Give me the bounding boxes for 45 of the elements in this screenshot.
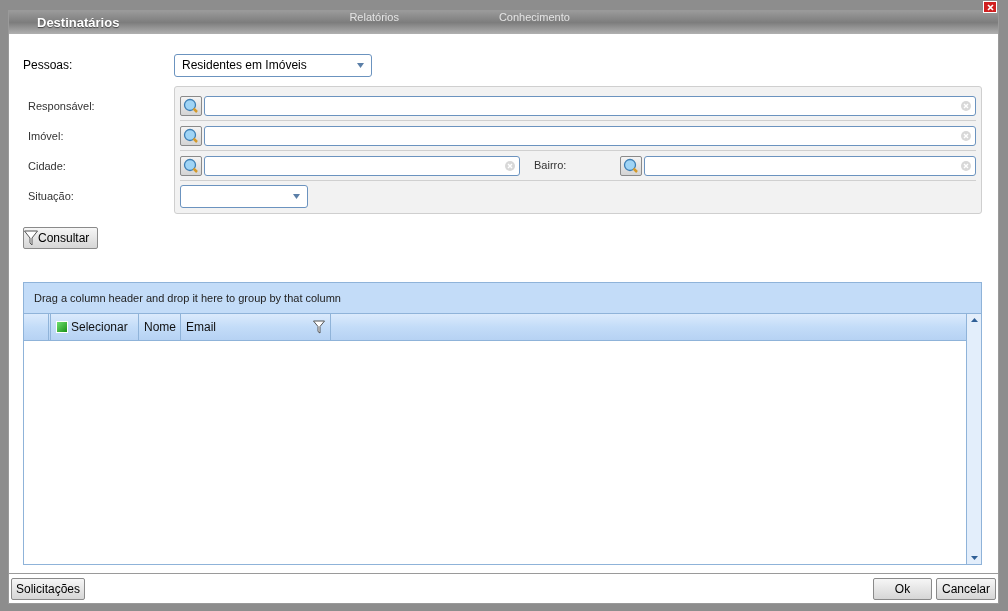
- clear-icon: [961, 160, 971, 171]
- dialog-button[interactable]: Ok: [873, 577, 932, 600]
- scrollbar[interactable]: [966, 314, 981, 564]
- filter-label: Bairro:: [534, 158, 568, 174]
- column-header[interactable]: Email: [181, 314, 331, 340]
- filter-icon: [24, 230, 38, 246]
- filter-label: Responsável:: [28, 98, 95, 114]
- clear-icon: [961, 100, 971, 111]
- window-title: Destinatários: [37, 13, 120, 32]
- filter-label: Situação:: [28, 188, 74, 204]
- background-menu-text: Relatórios: [349, 10, 399, 26]
- clear-icon: [961, 130, 971, 141]
- background-menu-text: Conhecimento: [498, 10, 570, 26]
- search-button[interactable]: [180, 125, 202, 146]
- checkbox[interactable]: [56, 321, 68, 333]
- close-icon: [986, 3, 994, 11]
- column-header[interactable]: Nome: [139, 314, 181, 340]
- search-icon: [623, 157, 639, 174]
- group-hint: Drag a column header and drop it here to group by that column: [34, 290, 341, 306]
- pessoas-label: Pessoas:: [23, 57, 74, 74]
- caret-icon: [357, 62, 364, 68]
- pessoas-dropdown[interactable]: Residentes em Imóveis: [174, 53, 372, 77]
- input-field[interactable]: [204, 155, 520, 176]
- input-field[interactable]: [204, 95, 976, 116]
- search-icon: [183, 127, 199, 144]
- close-button[interactable]: [983, 1, 997, 13]
- search-button[interactable]: [180, 95, 202, 116]
- scroll-down-icon[interactable]: [970, 556, 978, 560]
- input-field[interactable]: [204, 125, 976, 146]
- scroll-up-icon[interactable]: [970, 318, 978, 322]
- filter-icon[interactable]: [313, 320, 325, 334]
- search-icon: [183, 157, 199, 174]
- column-header[interactable]: Selecionar: [51, 314, 139, 340]
- search-button[interactable]: [620, 155, 642, 176]
- solicitacoes-button[interactable]: Solicitações: [11, 577, 86, 600]
- search-icon: [183, 97, 199, 114]
- caret-icon: [293, 193, 300, 199]
- situacao-dropdown[interactable]: [180, 184, 308, 208]
- filter-label: Imóvel:: [28, 128, 64, 144]
- search-button[interactable]: [180, 155, 202, 176]
- clear-icon: [505, 160, 515, 171]
- filter-label: Cidade:: [28, 158, 66, 174]
- input-field[interactable]: [644, 155, 976, 176]
- dialog-button[interactable]: Cancelar: [936, 577, 996, 600]
- consultar-button[interactable]: Consultar: [23, 227, 98, 249]
